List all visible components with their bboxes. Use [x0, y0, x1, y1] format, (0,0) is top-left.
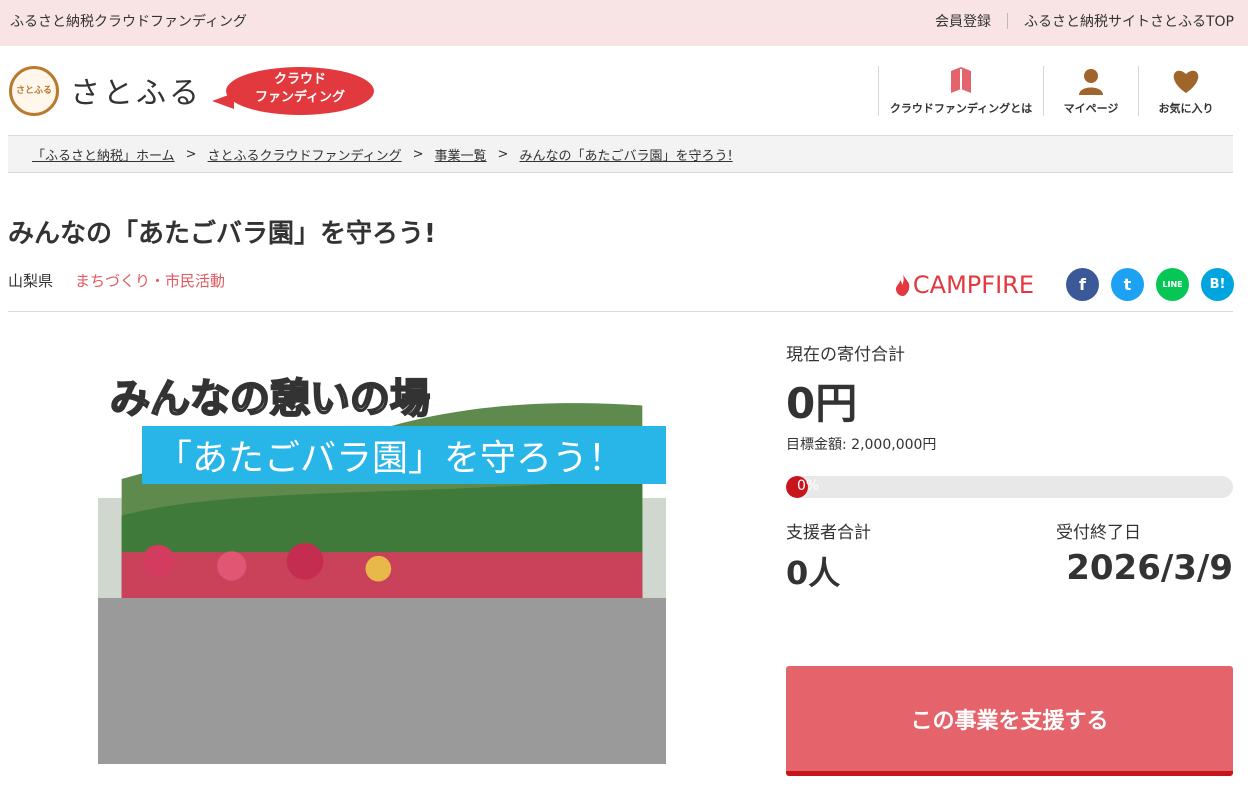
- breadcrumb-current[interactable]: みんなの「あたごバラ園」を守ろう!: [519, 145, 732, 164]
- twitter-glyph: t: [1123, 275, 1132, 294]
- section-divider: [8, 311, 1233, 312]
- current-total-amount: 0円: [786, 379, 858, 428]
- satofull-logo-mark[interactable]: さとふる: [9, 66, 59, 116]
- user-icon: [1077, 66, 1105, 96]
- line-glyph: LINE: [1162, 280, 1183, 289]
- hatena-glyph: B!: [1209, 277, 1226, 292]
- image-title-line1: みんなの憩いの場: [109, 375, 431, 423]
- site-name: ふるさと納税クラウドファンディング: [10, 14, 248, 30]
- campfire-text: CAMPFIRE: [912, 270, 1034, 299]
- nav-about-label: クラウドファンディングとは: [889, 102, 1033, 115]
- nav-mypage[interactable]: マイページ: [1043, 66, 1138, 116]
- breadcrumb-separator: >: [185, 146, 197, 162]
- category-link[interactable]: まちづくり・市民活動: [75, 270, 225, 291]
- image-parking-lot: [98, 598, 666, 764]
- flame-icon: [895, 273, 910, 296]
- current-total-label: 現在の寄付合計: [786, 345, 905, 365]
- breadcrumb-project-list[interactable]: 事業一覧: [435, 145, 487, 164]
- site-header: さとふる さとふる クラウド ファンディング クラウドファンディングとは マイペ…: [0, 46, 1248, 136]
- campfire-logo: CAMPFIRE: [895, 271, 1034, 299]
- heart-icon: [1171, 66, 1201, 96]
- nav-favorites[interactable]: お気に入り: [1138, 66, 1233, 116]
- support-project-button[interactable]: この事業を支援する: [786, 666, 1233, 776]
- facebook-share-icon[interactable]: f: [1066, 268, 1099, 301]
- breadcrumb-separator: >: [412, 146, 424, 162]
- breadcrumb-crowdfunding[interactable]: さとふるクラウドファンディング: [208, 145, 402, 164]
- breadcrumb-home[interactable]: 「ふるさと納税」ホーム: [32, 145, 175, 164]
- project-meta: 山梨県 まちづくり・市民活動: [8, 270, 225, 291]
- progress-bar: 0%: [786, 476, 1233, 498]
- satofull-top-link[interactable]: ふるさと納税サイトさとふるTOP: [1024, 11, 1234, 31]
- supporters-count: 0人: [786, 554, 841, 592]
- satofull-logo-text[interactable]: さとふる: [70, 68, 202, 112]
- supporters-label: 支援者合計: [786, 523, 871, 543]
- member-register-link[interactable]: 会員登録: [935, 11, 991, 31]
- top-links: 会員登録 ふるさと納税サイトさとふるTOP: [935, 11, 1234, 31]
- funding-sidebar: 現在の寄付合計 0円 目標金額: 2,000,000円 0% 支援者合計 0人 …: [786, 340, 1233, 776]
- logo-mark-text: さとふる: [15, 85, 52, 96]
- prefecture-label: 山梨県: [8, 272, 54, 290]
- twitter-share-icon[interactable]: t: [1111, 268, 1144, 301]
- progress-percent: 0%: [797, 478, 820, 494]
- book-icon: [949, 66, 973, 96]
- line-share-icon[interactable]: LINE: [1156, 268, 1189, 301]
- top-bar: ふるさと納税クラウドファンディング 会員登録 ふるさと納税サイトさとふるTOP: [0, 0, 1248, 46]
- facebook-glyph: f: [1079, 275, 1086, 294]
- badge-line2: ファンディング: [254, 90, 346, 105]
- hatena-bookmark-icon[interactable]: B!: [1201, 268, 1234, 301]
- page-title: みんなの「あたごバラ園」を守ろう!: [8, 219, 436, 249]
- end-date-value: 2026/3/9: [1066, 548, 1233, 588]
- breadcrumb: 「ふるさと納税」ホーム > さとふるクラウドファンディング > 事業一覧 > み…: [8, 135, 1233, 173]
- breadcrumb-separator: >: [497, 146, 509, 162]
- nav-favorites-label: お気に入り: [1158, 102, 1214, 115]
- project-main-image: みんなの憩いの場 「あたごバラ園」を守ろう！: [98, 358, 666, 764]
- crowdfunding-badge[interactable]: クラウド ファンディング: [210, 67, 374, 115]
- header-nav: クラウドファンディングとは マイページ お気に入り: [878, 66, 1233, 116]
- goal-amount: 目標金額: 2,000,000円: [786, 437, 937, 453]
- link-divider: [1006, 13, 1008, 29]
- badge-text: クラウド ファンディング: [226, 71, 374, 107]
- end-date-label: 受付終了日: [1056, 523, 1141, 543]
- badge-line1: クラウド: [273, 72, 326, 87]
- image-title-line2: 「あたごバラ園」を守ろう！: [142, 426, 666, 484]
- nav-mypage-label: マイページ: [1063, 102, 1119, 115]
- share-bar: CAMPFIRE f t LINE B!: [895, 268, 1234, 301]
- nav-about-crowdfunding[interactable]: クラウドファンディングとは: [878, 66, 1043, 116]
